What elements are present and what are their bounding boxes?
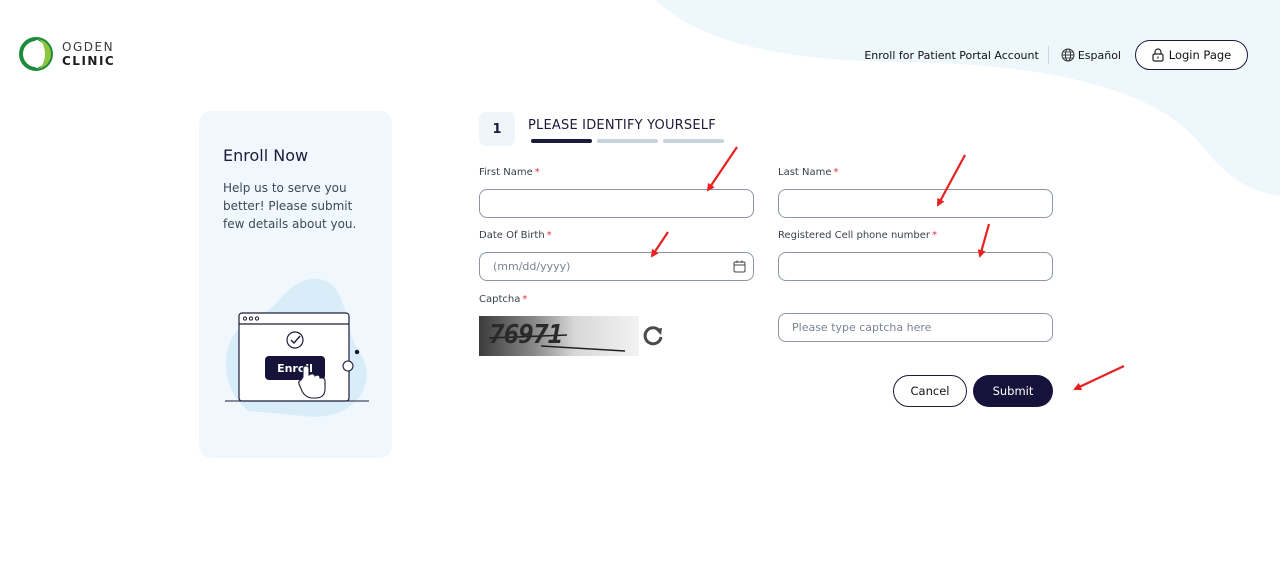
cancel-button[interactable]: Cancel <box>893 375 967 407</box>
step-title: PLEASE IDENTIFY YOURSELF <box>528 118 716 133</box>
nav-divider <box>1047 46 1049 64</box>
step-progress-3 <box>663 139 724 143</box>
dob-label: Date Of Birth * <box>479 230 552 241</box>
last-name-input[interactable] <box>792 197 1052 210</box>
enroll-illustration: Enroll <box>225 278 369 417</box>
login-page-label: Login Page <box>1168 48 1232 62</box>
captcha-image: 76971 <box>479 316 639 356</box>
step-progress-1 <box>531 139 592 143</box>
refresh-captcha-icon[interactable] <box>642 324 664 346</box>
enroll-info-card: Enroll Now Help us to serve you better! … <box>199 111 392 458</box>
phone-field[interactable] <box>778 252 1053 281</box>
phone-label: Registered Cell phone number * <box>778 230 938 241</box>
first-name-label: First Name * <box>479 167 540 178</box>
last-name-field[interactable] <box>778 189 1053 218</box>
captcha-text: 76971 <box>489 320 563 350</box>
enroll-portal-link[interactable]: Enroll for Patient Portal Account <box>864 49 1038 62</box>
logo-line-2: CLINIC <box>62 54 116 68</box>
background-decoration <box>655 0 1280 196</box>
globe-icon <box>1061 48 1075 62</box>
last-name-label: Last Name * <box>778 167 839 178</box>
calendar-icon[interactable] <box>733 260 746 273</box>
captcha-input[interactable] <box>792 321 1052 334</box>
clinic-logo[interactable]: OGDEN CLINIC <box>18 36 115 72</box>
enroll-card-text: Help us to serve you better! Please subm… <box>223 181 357 231</box>
step-number: 1 <box>479 112 515 146</box>
first-name-input[interactable] <box>493 197 753 210</box>
lock-icon <box>1152 48 1164 62</box>
enroll-card-title: Enroll Now <box>223 146 309 165</box>
step-progress-2 <box>597 139 658 143</box>
submit-button[interactable]: Submit <box>973 375 1053 407</box>
dob-field[interactable] <box>479 252 754 281</box>
first-name-field[interactable] <box>479 189 754 218</box>
captcha-field[interactable] <box>778 313 1053 342</box>
language-label: Español <box>1077 48 1121 62</box>
top-navigation: Enroll for Patient Portal Account Españo… <box>864 40 1248 70</box>
phone-input[interactable] <box>792 260 1052 273</box>
logo-line-1: OGDEN <box>62 40 115 54</box>
logo-mark-icon <box>19 37 53 71</box>
language-switch[interactable]: Español <box>1061 48 1121 62</box>
login-page-button[interactable]: Login Page <box>1135 40 1248 70</box>
captcha-label: Captcha * <box>479 294 528 305</box>
dob-input[interactable] <box>493 260 753 273</box>
